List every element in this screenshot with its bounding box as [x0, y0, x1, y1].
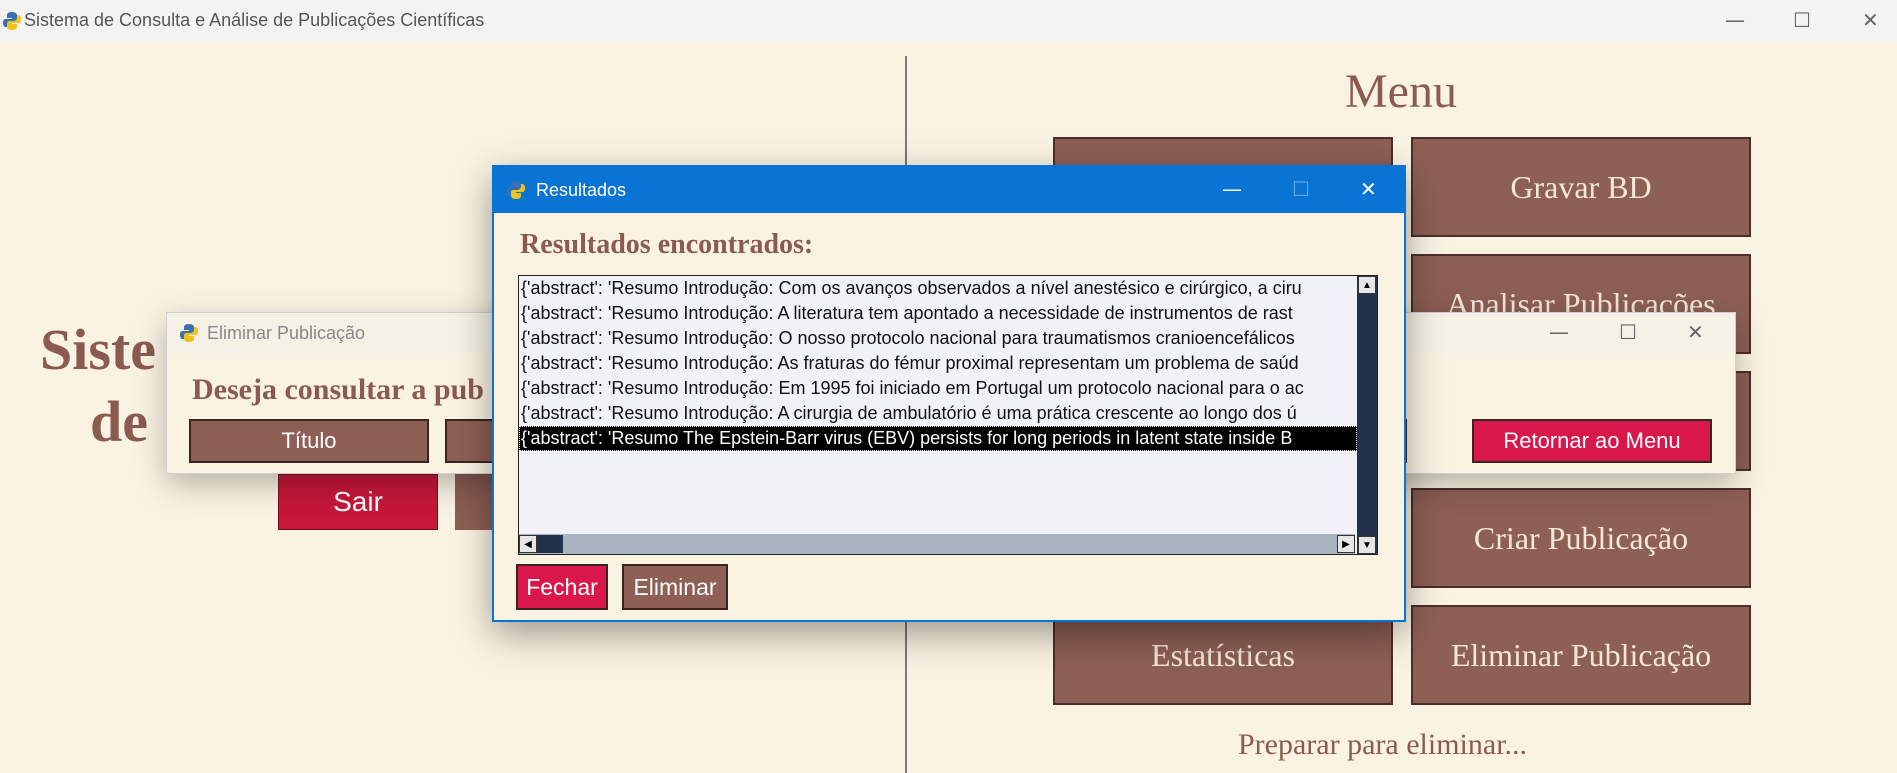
eliminar-publicacao-button[interactable]: Eliminar Publicação [1411, 605, 1751, 705]
scroll-right-arrow-icon[interactable]: ▶ [1337, 535, 1355, 553]
maximize-button: ☐ [1292, 177, 1310, 201]
criar-publicacao-button[interactable]: Criar Publicação [1411, 488, 1751, 588]
results-listbox[interactable]: {'abstract': 'Resumo Introdução: Com os … [518, 275, 1378, 555]
list-item[interactable]: {'abstract': 'Resumo Introdução: Em 1995… [519, 376, 1357, 401]
eliminar-question: Deseja consultar a pub [192, 373, 484, 406]
scroll-up-arrow-icon[interactable]: ▲ [1358, 276, 1376, 294]
scroll-down-arrow-icon[interactable]: ▼ [1358, 536, 1376, 554]
list-item[interactable]: {'abstract': 'Resumo Introdução: O nosso… [519, 326, 1357, 351]
python-logo-icon [3, 12, 21, 30]
minimize-button[interactable]: — [1222, 177, 1242, 201]
maximize-button[interactable]: ☐ [1619, 320, 1637, 344]
menu-title: Menu [1345, 65, 1457, 118]
scroll-left-arrow-icon[interactable]: ◀ [519, 535, 537, 553]
gravar-bd-button[interactable]: Gravar BD [1411, 137, 1751, 237]
list-item[interactable]: {'abstract': 'Resumo Introdução: Com os … [519, 276, 1357, 301]
python-logo-icon [507, 181, 525, 199]
horizontal-scroll-thumb[interactable] [537, 535, 563, 553]
list-item[interactable]: {'abstract': 'Resumo Introdução: A cirur… [519, 401, 1357, 426]
fechar-button[interactable]: Fechar [516, 564, 608, 610]
status-text: Preparar para eliminar... [1238, 728, 1528, 761]
close-button[interactable]: ✕ [1360, 177, 1377, 201]
minimize-button[interactable]: — [1725, 8, 1745, 32]
main-window-title: Sistema de Consulta e Análise de Publica… [24, 10, 485, 30]
list-item[interactable]: {'abstract': 'Resumo Introdução: A liter… [519, 301, 1357, 326]
main-title-line2: de [90, 389, 148, 454]
resultados-window-title: Resultados [536, 180, 627, 200]
list-item-selected[interactable]: {'abstract': 'Resumo The Epstein-Barr vi… [519, 426, 1357, 451]
titulo-button[interactable]: Título [189, 419, 429, 463]
close-button[interactable]: ✕ [1862, 8, 1879, 32]
eliminar-window-title: Eliminar Publicação [207, 323, 366, 343]
vertical-scrollbar[interactable]: ▲ ▼ [1357, 276, 1377, 554]
resultados-heading: Resultados encontrados: [520, 229, 814, 260]
resultados-titlebar: Resultados — ☐ ✕ [494, 167, 1404, 213]
eliminar-button[interactable]: Eliminar [622, 564, 728, 610]
maximize-button[interactable]: ☐ [1793, 8, 1811, 32]
python-logo-icon [180, 324, 198, 342]
resultados-window: Resultados — ☐ ✕ Resultados encontrados:… [492, 165, 1406, 622]
main-title-line1: Siste [40, 317, 156, 382]
main-titlebar: Sistema de Consulta e Análise de Publica… [0, 0, 1897, 42]
retornar-menu-button[interactable]: Retornar ao Menu [1472, 419, 1712, 463]
hidden-button[interactable] [455, 474, 495, 530]
close-button[interactable]: ✕ [1687, 320, 1704, 344]
horizontal-scrollbar[interactable]: ◀ ▶ [519, 534, 1355, 554]
minimize-button[interactable]: — [1549, 320, 1569, 344]
sair-button[interactable]: Sair [278, 474, 438, 530]
list-item[interactable]: {'abstract': 'Resumo Introdução: As frat… [519, 351, 1357, 376]
